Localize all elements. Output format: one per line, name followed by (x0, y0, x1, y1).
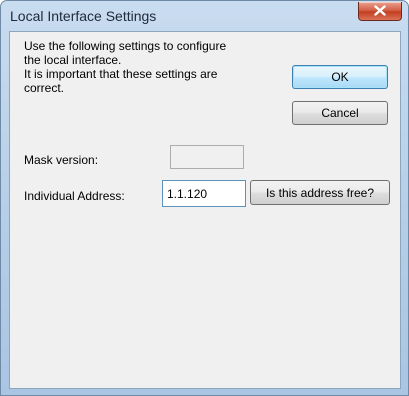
individual-address-label: Individual Address: (24, 189, 125, 203)
description-line: It is important that these settings are (24, 67, 218, 81)
description-line: Use the following settings to configure (24, 39, 227, 53)
check-address-free-button[interactable]: Is this address free? (250, 180, 390, 205)
close-icon (374, 5, 386, 16)
individual-address-input[interactable] (162, 180, 246, 207)
dialog-body: Use the following settings to configure … (9, 31, 401, 389)
title-bar[interactable]: Local Interface Settings (1, 1, 408, 31)
description-line: the local interface. (24, 53, 122, 67)
description-line: correct. (24, 81, 65, 95)
mask-version-label: Mask version: (24, 153, 99, 167)
dialog-window: Local Interface Settings Use the followi… (0, 0, 409, 396)
ok-button[interactable]: OK (292, 65, 388, 89)
close-button[interactable] (358, 2, 402, 21)
cancel-button[interactable]: Cancel (292, 101, 388, 125)
description-text: Use the following settings to configure … (24, 39, 284, 95)
window-title: Local Interface Settings (10, 8, 157, 24)
mask-version-field (170, 145, 244, 169)
